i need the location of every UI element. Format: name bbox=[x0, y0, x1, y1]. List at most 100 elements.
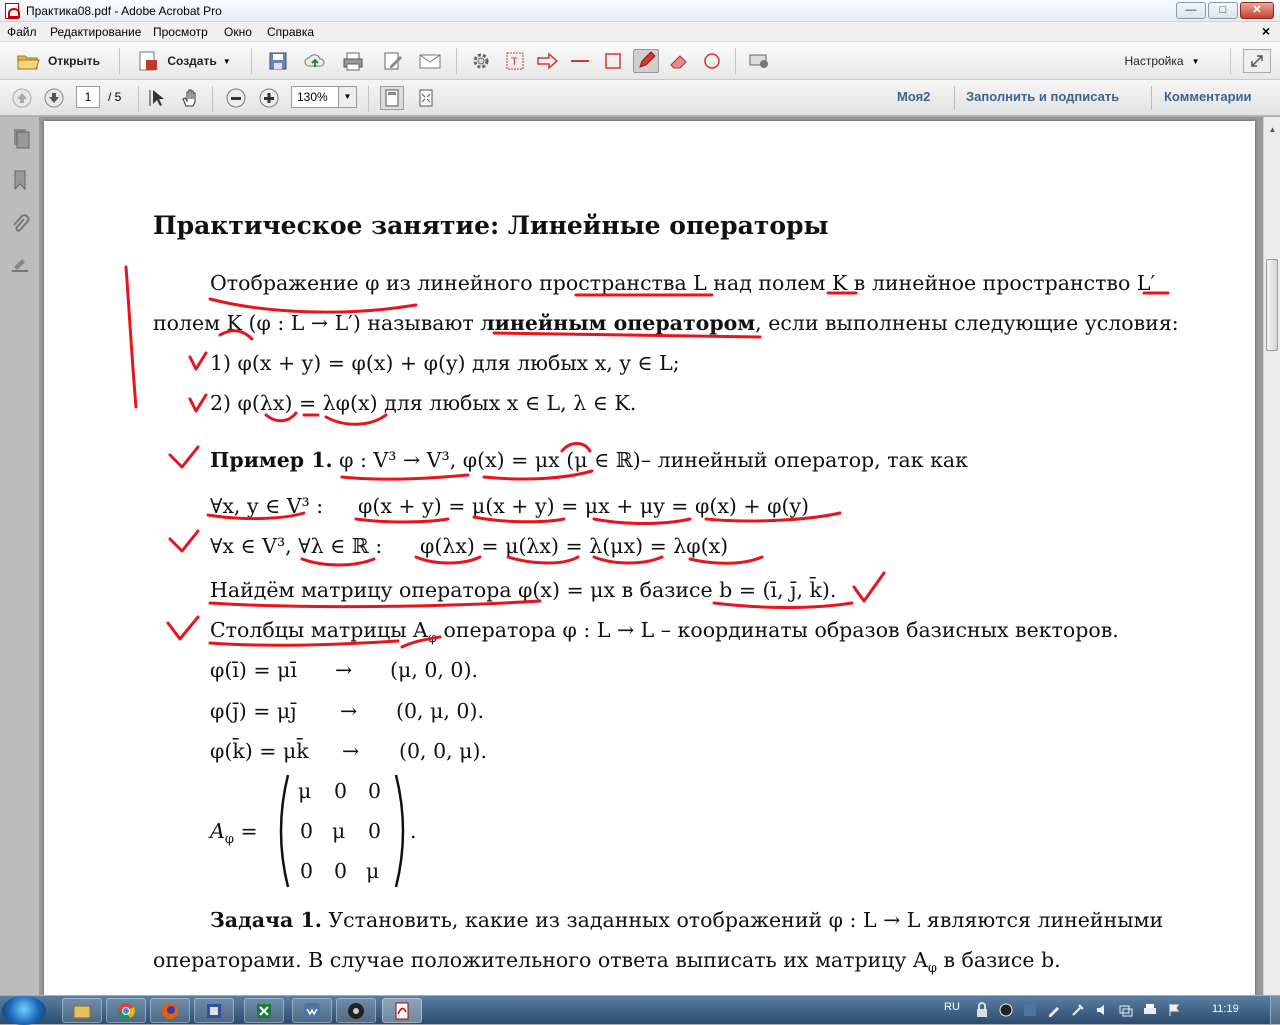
create-pdf-icon bbox=[139, 51, 158, 71]
ink-annotations bbox=[124, 265, 1170, 649]
line-tool-icon[interactable] bbox=[567, 50, 593, 72]
zoom-value: 130% bbox=[297, 90, 328, 104]
window-title: Практика08.pdf - Adobe Acrobat Pro bbox=[26, 4, 222, 18]
volume-icon[interactable] bbox=[1094, 1002, 1110, 1018]
chrome-icon[interactable] bbox=[106, 998, 146, 1023]
vk-tray-icon[interactable] bbox=[1022, 1002, 1038, 1018]
media-icon[interactable] bbox=[998, 1002, 1014, 1018]
ink-underline bbox=[712, 601, 854, 609]
ink-underline bbox=[354, 517, 450, 524]
full-screen-icon[interactable] bbox=[414, 86, 438, 110]
ellipse-tool-icon[interactable] bbox=[699, 50, 725, 72]
main-toolbar: Открыть Создать ▼ T Настройка ▼ bbox=[0, 42, 1280, 80]
clock[interactable]: 11:19 bbox=[1212, 1003, 1239, 1015]
vk-icon[interactable] bbox=[292, 998, 332, 1023]
menu-file[interactable]: Файл bbox=[7, 25, 37, 39]
signature-icon[interactable] bbox=[9, 255, 31, 277]
tools-link[interactable]: Моя2 bbox=[897, 89, 930, 104]
open-button[interactable]: Открыть bbox=[8, 49, 108, 73]
ink-vertical-bar bbox=[124, 265, 138, 409]
ink-underline bbox=[208, 639, 400, 647]
comments-link[interactable]: Комментарии bbox=[1164, 89, 1252, 104]
cloud-upload-icon[interactable] bbox=[302, 50, 328, 72]
scroll-thumb[interactable] bbox=[1266, 259, 1278, 351]
pen-tray-icon[interactable] bbox=[1046, 1002, 1062, 1018]
edit-document-icon[interactable] bbox=[380, 50, 406, 72]
menu-help[interactable]: Справка bbox=[267, 25, 314, 39]
customize-dropdown[interactable]: Настройка ▼ bbox=[1112, 50, 1212, 72]
previous-page-icon[interactable] bbox=[10, 86, 34, 110]
ink-underline bbox=[208, 297, 418, 314]
start-button[interactable] bbox=[2, 996, 46, 1025]
select-cursor-icon[interactable] bbox=[146, 86, 170, 110]
firefox-icon[interactable] bbox=[150, 998, 190, 1023]
document-view[interactable]: Практическое занятие: Линейные операторы… bbox=[40, 117, 1263, 995]
maximize-button[interactable]: □ bbox=[1208, 2, 1238, 19]
ink-check bbox=[168, 529, 200, 553]
ink-check bbox=[852, 571, 886, 603]
zoom-out-icon[interactable] bbox=[224, 86, 248, 110]
menu-view[interactable]: Просмотр bbox=[153, 25, 208, 39]
media-player-icon[interactable] bbox=[336, 998, 376, 1023]
text-box-icon[interactable]: T bbox=[502, 50, 528, 72]
acrobat-app-icon bbox=[5, 3, 20, 19]
attachment-icon[interactable] bbox=[9, 213, 31, 235]
zoom-select[interactable]: 130% ▼ bbox=[291, 86, 357, 108]
pencil-tool-icon[interactable] bbox=[633, 49, 659, 73]
fit-page-icon[interactable] bbox=[380, 86, 404, 110]
bookmark-icon[interactable] bbox=[9, 169, 31, 191]
ink-check bbox=[188, 351, 208, 371]
email-icon[interactable] bbox=[417, 50, 443, 72]
tools-tray-icon[interactable] bbox=[1070, 1002, 1086, 1018]
lock-icon[interactable] bbox=[974, 1002, 990, 1018]
ink-underline bbox=[492, 331, 762, 339]
zoom-in-icon[interactable] bbox=[257, 86, 281, 110]
hand-tool-icon[interactable] bbox=[178, 86, 202, 110]
arrow-tool-icon[interactable] bbox=[534, 50, 560, 72]
chevron-down-icon: ▼ bbox=[338, 87, 356, 107]
ink-underline bbox=[208, 599, 542, 609]
open-label: Открыть bbox=[47, 54, 101, 68]
ink-underline bbox=[264, 411, 298, 423]
language-indicator[interactable]: RU bbox=[944, 1001, 960, 1013]
explorer-icon[interactable] bbox=[62, 998, 102, 1023]
ink-underline bbox=[400, 635, 442, 649]
ink-underline bbox=[560, 442, 592, 453]
create-button[interactable]: Создать ▼ bbox=[132, 49, 236, 73]
page-number-input[interactable]: 1 bbox=[76, 86, 100, 108]
ink-underline bbox=[324, 413, 388, 426]
create-label: Создать bbox=[167, 54, 217, 68]
ink-underline bbox=[506, 555, 580, 565]
action-center-flag-icon[interactable] bbox=[1166, 1002, 1182, 1018]
acrobat-taskbar-icon[interactable] bbox=[382, 998, 422, 1023]
app-icon[interactable] bbox=[194, 998, 234, 1023]
menu-edit[interactable]: Редактирование bbox=[50, 25, 141, 39]
print-icon[interactable] bbox=[340, 50, 366, 72]
expand-icon[interactable] bbox=[1243, 49, 1271, 73]
menu-bar: Файл Редактирование Просмотр Окно Справк… bbox=[0, 22, 1280, 42]
network-icon[interactable] bbox=[1118, 1002, 1134, 1018]
scroll-up-icon[interactable]: ▲ bbox=[1266, 125, 1279, 138]
minimize-button[interactable]: — bbox=[1176, 2, 1206, 19]
excel-icon[interactable] bbox=[244, 998, 284, 1023]
taskbar: RU 11:19 bbox=[0, 995, 1280, 1025]
ink-underline bbox=[414, 555, 482, 565]
save-icon[interactable] bbox=[265, 50, 291, 72]
gear-icon[interactable] bbox=[468, 50, 494, 72]
ink-underline bbox=[592, 555, 664, 565]
ink-underline bbox=[218, 329, 254, 341]
pdf-page: Практическое занятие: Линейные операторы… bbox=[44, 121, 1255, 995]
navigation-toolbar: 1 / 5 130% ▼ Моя2 Заполнить и подписать К… bbox=[0, 80, 1280, 116]
fill-sign-link[interactable]: Заполнить и подписать bbox=[966, 89, 1119, 104]
close-button[interactable]: ✕ bbox=[1240, 2, 1274, 19]
show-desktop-button[interactable] bbox=[1270, 996, 1280, 1025]
printer-tray-icon[interactable] bbox=[1142, 1002, 1158, 1018]
menu-window[interactable]: Окно bbox=[224, 25, 252, 39]
rectangle-tool-icon[interactable] bbox=[600, 50, 626, 72]
vertical-scrollbar[interactable]: ▲ bbox=[1263, 117, 1280, 995]
next-page-icon[interactable] bbox=[42, 86, 66, 110]
page-thumbnails-icon[interactable] bbox=[9, 127, 31, 149]
eraser-tool-icon[interactable] bbox=[666, 50, 692, 72]
close-document-button[interactable]: × bbox=[1262, 23, 1270, 39]
customize-tools-icon[interactable] bbox=[746, 50, 772, 72]
